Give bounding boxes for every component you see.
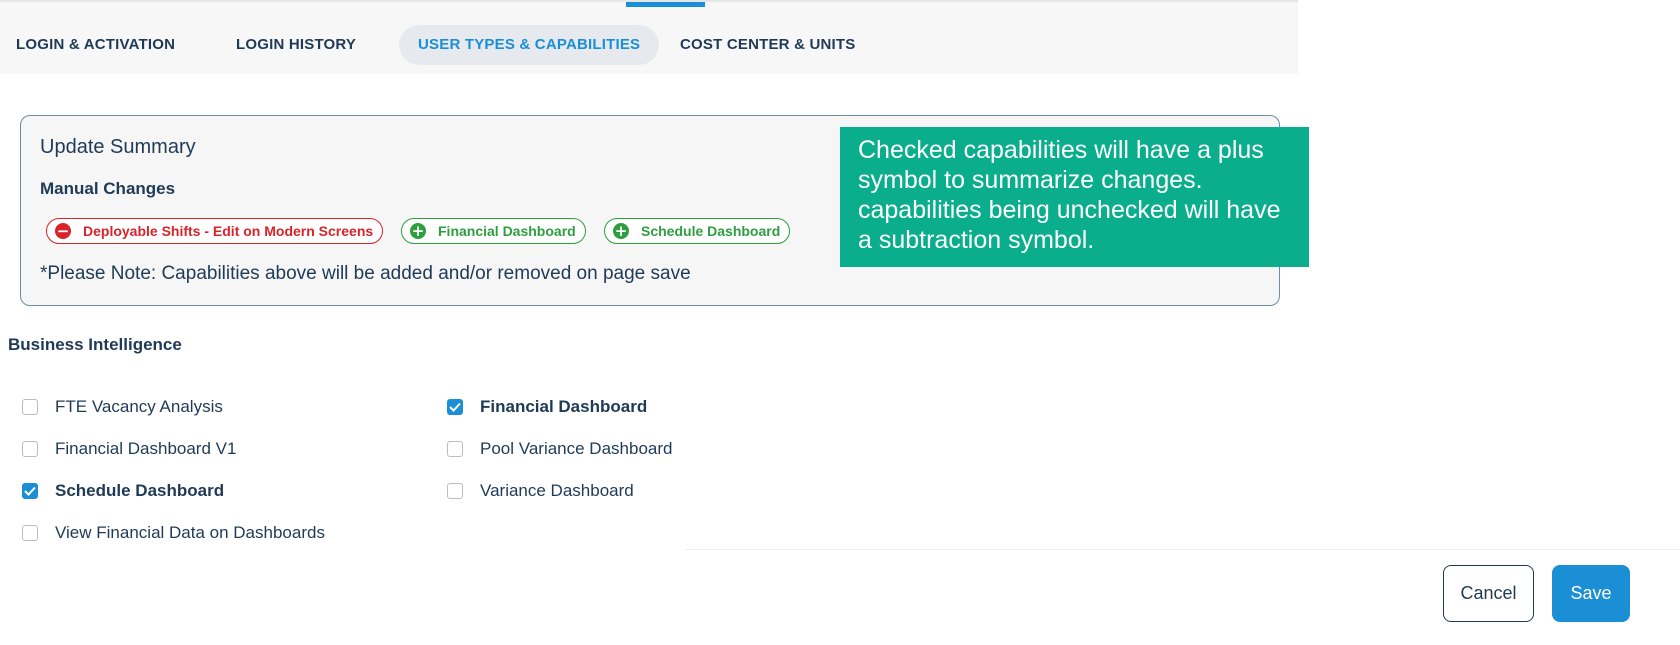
checkbox[interactable] [447,441,463,457]
plus-circle-icon: + [613,222,629,240]
section-title-business-intelligence: Business Intelligence [8,335,182,354]
tab-login-activation[interactable]: LOGIN & ACTIVATION [16,25,175,65]
capability-checkbox-row[interactable]: Schedule Dashboard [22,481,224,501]
checkbox[interactable] [22,441,38,457]
cancel-button[interactable]: Cancel [1443,565,1534,622]
capability-checkbox-row[interactable]: Financial Dashboard [447,397,647,417]
checkbox[interactable] [22,483,38,499]
tab-bar: LOGIN & ACTIVATION LOGIN HISTORY USER TY… [0,0,1298,74]
tab-active-indicator [626,2,705,7]
change-chip-label: Schedule Dashboard [641,223,781,239]
tab-user-types-capabilities[interactable]: USER TYPES & CAPABILITIES [399,25,660,65]
capability-label: Financial Dashboard V1 [55,439,237,458]
checkbox[interactable] [447,483,463,499]
capability-label: Variance Dashboard [480,481,634,500]
change-chip-add: + Schedule Dashboard [604,218,791,244]
capability-checkbox-row[interactable]: Financial Dashboard V1 [22,439,236,459]
capability-checkbox-row[interactable]: Variance Dashboard [447,481,634,501]
change-chip-remove: − Deployable Shifts - Edit on Modern Scr… [46,218,384,244]
tab-cost-center-units[interactable]: COST CENTER & UNITS [680,25,855,65]
checkbox[interactable] [22,525,38,541]
check-icon [24,486,36,496]
capability-checkbox-row[interactable]: View Financial Data on Dashboards [22,523,325,543]
tab-login-history[interactable]: LOGIN HISTORY [236,25,356,65]
manual-changes-heading: Manual Changes [40,179,176,198]
save-note: *Please Note: Capabilities above will be… [40,263,691,284]
capability-checkbox-row[interactable]: Pool Variance Dashboard [447,439,672,459]
checkbox[interactable] [447,399,463,415]
annotation-callout: Checked capabilities will have a plus sy… [840,127,1309,267]
minus-circle-icon: − [55,222,71,240]
capability-label: FTE Vacancy Analysis [55,397,223,416]
update-summary-title: Update Summary [40,136,196,158]
plus-circle-icon: + [410,222,426,240]
capability-label: Schedule Dashboard [55,481,225,500]
save-button[interactable]: Save [1552,565,1630,622]
footer-divider [685,549,1680,550]
change-chip-add: + Financial Dashboard [401,218,586,244]
check-icon [449,402,461,412]
capability-label: Pool Variance Dashboard [480,439,673,458]
capability-label: View Financial Data on Dashboards [55,523,325,542]
capability-label: Financial Dashboard [480,397,648,416]
capability-checkbox-row[interactable]: FTE Vacancy Analysis [22,397,223,417]
change-chip-label: Deployable Shifts - Edit on Modern Scree… [83,223,374,239]
checkbox[interactable] [22,399,38,415]
change-chip-label: Financial Dashboard [438,223,576,239]
